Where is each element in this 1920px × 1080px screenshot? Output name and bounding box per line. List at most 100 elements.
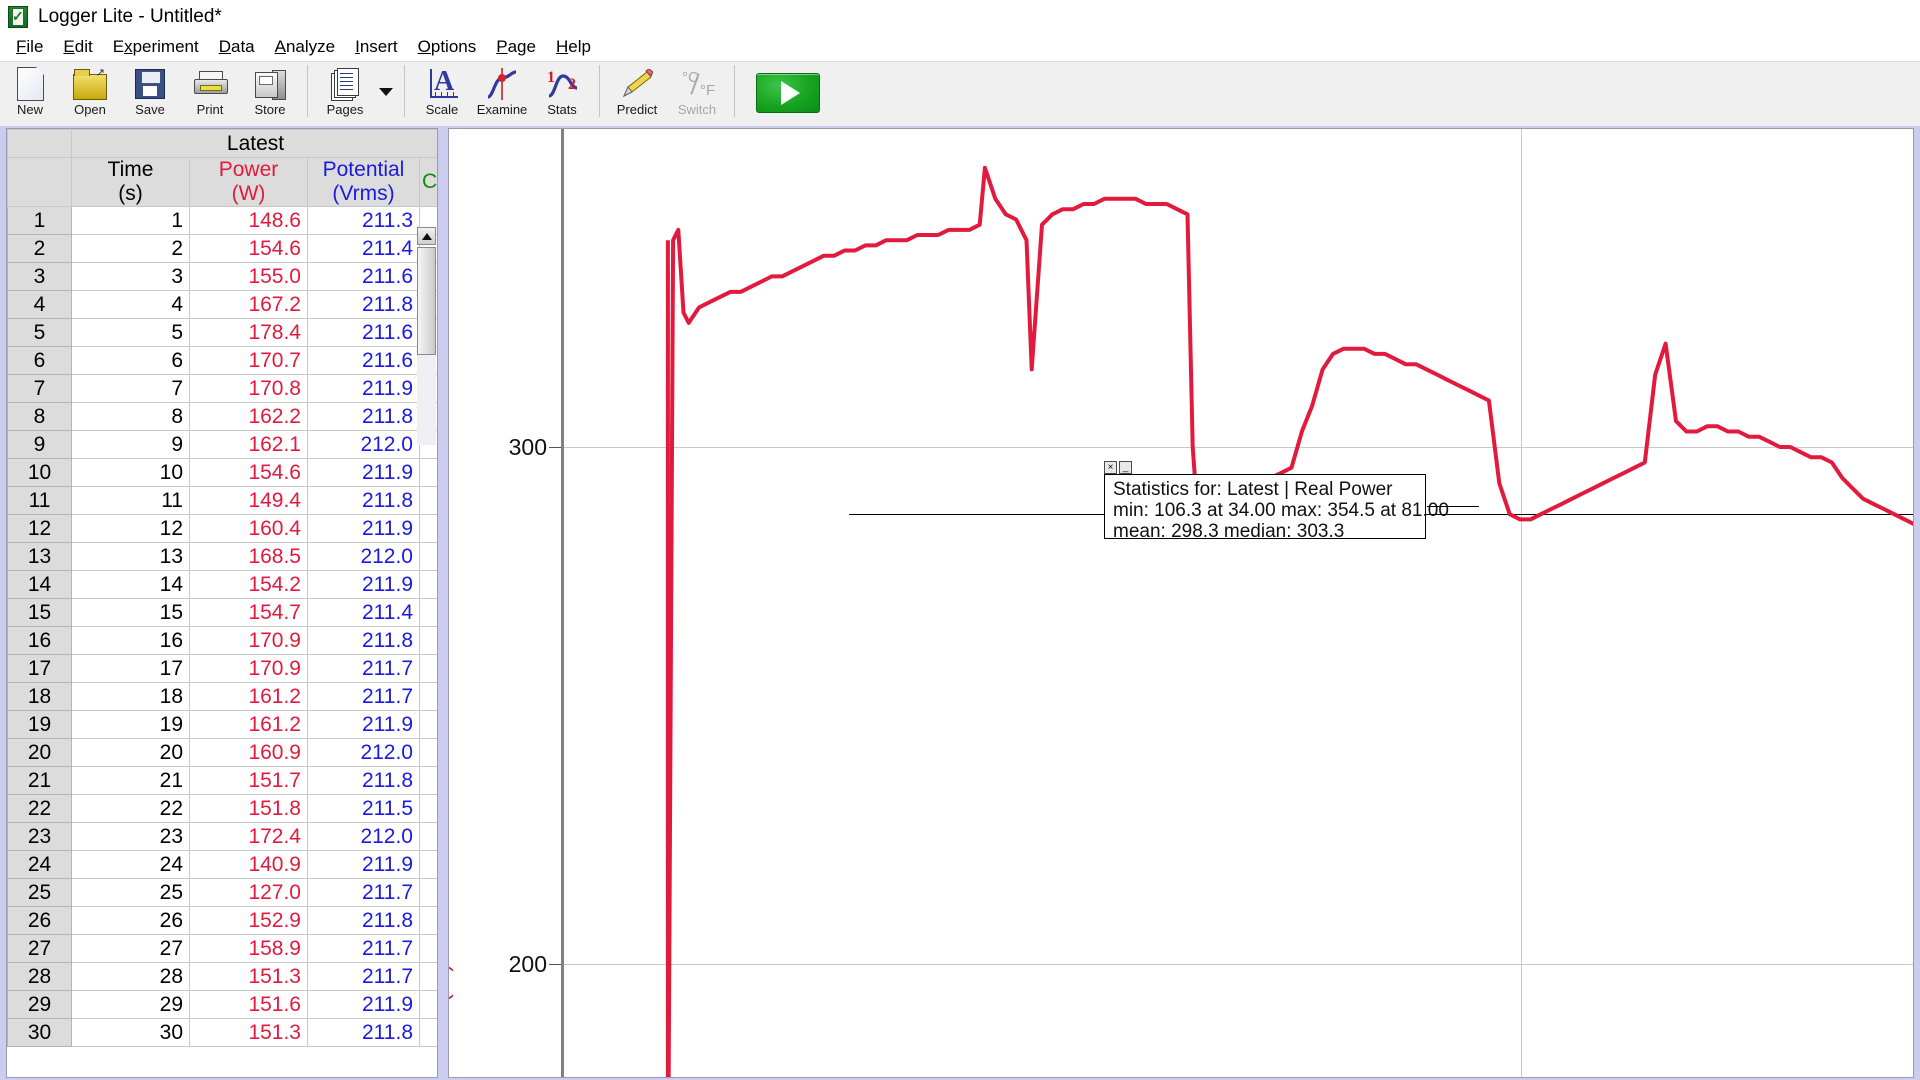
cell-potential[interactable]: 212.0 — [307, 542, 420, 571]
menu-edit[interactable]: Edit — [53, 35, 102, 59]
cell-power[interactable]: 151.7 — [189, 766, 308, 795]
cell-time[interactable]: 28 — [71, 962, 190, 991]
cell-next[interactable] — [418, 794, 437, 823]
table-row[interactable]: 12 12 160.4 211.9 — [7, 514, 437, 543]
table-row[interactable]: 7 7 170.8 211.9 — [7, 374, 437, 403]
cell-time[interactable]: 19 — [71, 710, 190, 739]
scroll-track[interactable] — [417, 355, 436, 445]
cell-potential[interactable]: 211.7 — [307, 682, 420, 711]
cell-next[interactable] — [418, 878, 437, 907]
cell-power[interactable]: 154.2 — [189, 570, 308, 599]
cell-potential[interactable]: 211.7 — [307, 934, 420, 963]
cell-time[interactable]: 8 — [71, 402, 190, 431]
pages-button[interactable]: Pages — [315, 62, 375, 122]
cell-power[interactable]: 170.8 — [189, 374, 308, 403]
cell-time[interactable]: 21 — [71, 766, 190, 795]
cell-potential[interactable]: 211.9 — [307, 458, 420, 487]
cell-next[interactable] — [418, 766, 437, 795]
cell-power[interactable]: 161.2 — [189, 710, 308, 739]
cell-potential[interactable]: 211.7 — [307, 962, 420, 991]
cell-power[interactable]: 170.9 — [189, 626, 308, 655]
cell-time[interactable]: 26 — [71, 906, 190, 935]
cell-potential[interactable]: 211.9 — [307, 374, 420, 403]
cell-next[interactable] — [418, 654, 437, 683]
cell-time[interactable]: 13 — [71, 542, 190, 571]
cell-potential[interactable]: 211.6 — [307, 346, 420, 375]
cell-time[interactable]: 22 — [71, 794, 190, 823]
cell-next[interactable] — [418, 458, 437, 487]
cell-next[interactable] — [418, 738, 437, 767]
table-row[interactable]: 3 3 155.0 211.6 — [7, 262, 437, 291]
cell-power[interactable]: 154.6 — [189, 234, 308, 263]
cell-next[interactable] — [418, 962, 437, 991]
menu-help[interactable]: Help — [546, 35, 601, 59]
cell-power[interactable]: 151.3 — [189, 962, 308, 991]
cell-time[interactable]: 10 — [71, 458, 190, 487]
column-header-power[interactable]: Power (W) — [189, 157, 308, 207]
cell-power[interactable]: 151.8 — [189, 794, 308, 823]
cell-power[interactable]: 152.9 — [189, 906, 308, 935]
cell-power[interactable]: 155.0 — [189, 262, 308, 291]
cell-power[interactable]: 162.1 — [189, 430, 308, 459]
cell-potential[interactable]: 211.9 — [307, 850, 420, 879]
cell-potential[interactable]: 211.8 — [307, 486, 420, 515]
table-row[interactable]: 27 27 158.9 211.7 — [7, 934, 437, 963]
predict-button[interactable]: Predict — [607, 62, 667, 122]
cell-power[interactable]: 178.4 — [189, 318, 308, 347]
cell-power[interactable]: 154.6 — [189, 458, 308, 487]
table-row[interactable]: 20 20 160.9 212.0 — [7, 738, 437, 767]
cell-time[interactable]: 25 — [71, 878, 190, 907]
cell-potential[interactable]: 211.6 — [307, 318, 420, 347]
cell-time[interactable]: 14 — [71, 570, 190, 599]
cell-time[interactable]: 4 — [71, 290, 190, 319]
cell-potential[interactable]: 212.0 — [307, 738, 420, 767]
table-row[interactable]: 8 8 162.2 211.8 — [7, 402, 437, 431]
cell-potential[interactable]: 211.8 — [307, 906, 420, 935]
cell-next[interactable] — [418, 710, 437, 739]
cell-time[interactable]: 29 — [71, 990, 190, 1019]
cell-power[interactable]: 170.7 — [189, 346, 308, 375]
cell-potential[interactable]: 211.4 — [307, 598, 420, 627]
cell-potential[interactable]: 211.6 — [307, 262, 420, 291]
table-row[interactable]: 19 19 161.2 211.9 — [7, 710, 437, 739]
cell-next[interactable] — [418, 850, 437, 879]
cell-potential[interactable]: 211.8 — [307, 402, 420, 431]
table-row[interactable]: 22 22 151.8 211.5 — [7, 794, 437, 823]
table-row[interactable]: 13 13 168.5 212.0 — [7, 542, 437, 571]
cell-next[interactable] — [418, 570, 437, 599]
cell-next[interactable] — [418, 542, 437, 571]
cell-power[interactable]: 161.2 — [189, 682, 308, 711]
cell-potential[interactable]: 211.8 — [307, 290, 420, 319]
cell-next[interactable] — [418, 1018, 437, 1047]
print-button[interactable]: Print — [180, 62, 240, 122]
cell-power[interactable]: 154.7 — [189, 598, 308, 627]
scroll-up-button[interactable] — [417, 227, 436, 245]
table-row[interactable]: 26 26 152.9 211.8 — [7, 906, 437, 935]
graph-pane[interactable]: 300 200 Power (W) × _ Statistics for: La… — [448, 128, 1914, 1078]
close-icon[interactable]: × — [1104, 461, 1117, 474]
cell-time[interactable]: 15 — [71, 598, 190, 627]
cell-potential[interactable]: 212.0 — [307, 822, 420, 851]
table-row[interactable]: 16 16 170.9 211.8 — [7, 626, 437, 655]
cell-potential[interactable]: 211.9 — [307, 990, 420, 1019]
cell-time[interactable]: 27 — [71, 934, 190, 963]
cell-next[interactable] — [418, 822, 437, 851]
cell-power[interactable]: 167.2 — [189, 290, 308, 319]
scroll-thumb[interactable] — [417, 247, 436, 355]
menu-experiment[interactable]: Experiment — [103, 35, 209, 59]
cell-power[interactable]: 160.9 — [189, 738, 308, 767]
table-row[interactable]: 5 5 178.4 211.6 — [7, 318, 437, 347]
table-row[interactable]: 15 15 154.7 211.4 — [7, 598, 437, 627]
menu-insert[interactable]: Insert — [345, 35, 408, 59]
cell-potential[interactable]: 211.4 — [307, 234, 420, 263]
menu-page[interactable]: Page — [486, 35, 546, 59]
cell-power[interactable]: 172.4 — [189, 822, 308, 851]
stats-button[interactable]: 1 2 Stats — [532, 62, 592, 122]
cell-time[interactable]: 12 — [71, 514, 190, 543]
cell-time[interactable]: 6 — [71, 346, 190, 375]
cell-time[interactable]: 20 — [71, 738, 190, 767]
cell-potential[interactable]: 211.8 — [307, 626, 420, 655]
table-row[interactable]: 24 24 140.9 211.9 — [7, 850, 437, 879]
table-row[interactable]: 11 11 149.4 211.8 — [7, 486, 437, 515]
cell-time[interactable]: 9 — [71, 430, 190, 459]
